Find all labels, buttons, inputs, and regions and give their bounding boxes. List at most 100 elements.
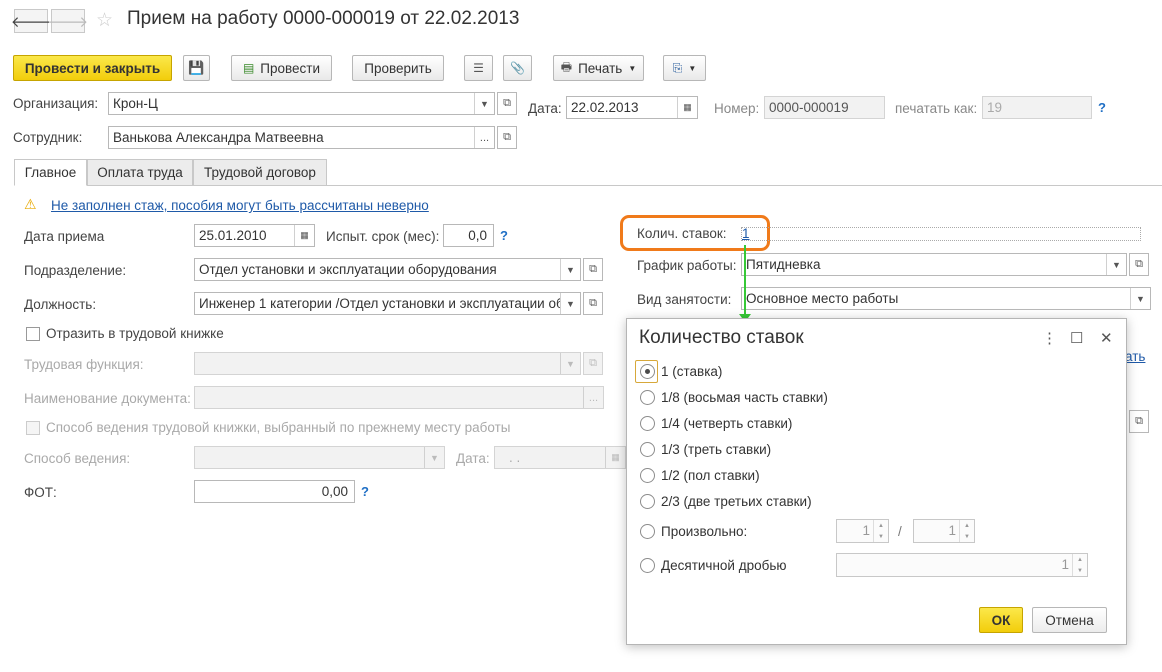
date-label: Дата: <box>528 101 562 116</box>
maximize-icon[interactable]: ☐ <box>1070 329 1083 347</box>
radio-option-1-4[interactable] <box>640 416 655 431</box>
back-button[interactable]: 🡐 <box>11 9 51 33</box>
forward-button[interactable]: 🡒 <box>48 9 88 33</box>
calendar-icon[interactable]: ▦ <box>294 225 314 246</box>
tab-contract[interactable]: Трудовой договор <box>193 159 327 186</box>
create-based-on-button[interactable]: ⎘ ▼ <box>663 55 706 81</box>
help-icon[interactable]: ? <box>361 484 369 499</box>
tab-main[interactable]: Главное <box>14 159 87 186</box>
dropdown-arrow-icon: ▼ <box>688 63 697 73</box>
page-title: Прием на работу 0000-000019 от 22.02.201… <box>127 8 520 29</box>
radio-option-1-3[interactable] <box>640 442 655 457</box>
numerator-value: 1 <box>862 523 870 538</box>
stepper-arrows-icon[interactable]: ▲ ▼ <box>873 520 888 542</box>
more-icon[interactable]: ⋮ <box>1042 329 1057 347</box>
open-position-button[interactable]: ⧉ <box>583 292 603 315</box>
employment-field[interactable]: Основное место работы ▼ <box>741 287 1151 310</box>
employee-value: Ванькова Александра Матвеевна <box>113 130 324 145</box>
schedule-field[interactable]: Пятидневка ▼ <box>741 253 1127 276</box>
connector-line <box>744 245 746 320</box>
rates-field[interactable] <box>741 227 1141 241</box>
stepper-arrows-icon[interactable]: ▲ ▼ <box>1072 554 1087 576</box>
decimal-stepper[interactable]: 1 ▲ ▼ <box>836 553 1088 577</box>
date2-field[interactable]: . . ▦ <box>494 446 626 469</box>
print-as-label: печатать как: <box>895 101 978 116</box>
rates-link[interactable]: 1 <box>742 226 750 241</box>
radio-option-1-8[interactable] <box>640 390 655 405</box>
stepper-arrows-icon[interactable]: ▲ ▼ <box>959 520 974 542</box>
print-button[interactable]: 🖶 Печать ▼ <box>553 55 644 81</box>
employee-field[interactable]: Ванькова Александра Матвеевна ... <box>108 126 495 149</box>
dept-value: Отдел установки и эксплуатации оборудова… <box>199 262 497 277</box>
check-button[interactable]: Проверить <box>352 55 444 81</box>
radio-label: 1/2 (пол ставки) <box>661 468 760 483</box>
partial-link[interactable]: ать <box>1125 349 1145 364</box>
hire-date-field[interactable]: 25.01.2010 ▦ <box>194 224 315 247</box>
employee-label: Сотрудник: <box>13 130 83 145</box>
open-partial-button[interactable]: ⧉ <box>1129 410 1149 433</box>
open-dept-button[interactable]: ⧉ <box>583 258 603 281</box>
cancel-button[interactable]: Отмена <box>1032 607 1107 633</box>
open-schedule-button[interactable]: ⧉ <box>1129 253 1149 276</box>
denominator-stepper[interactable]: 1 ▲ ▼ <box>913 519 975 543</box>
select-ellipsis-icon[interactable]: ... <box>474 127 494 148</box>
prev-method-checkbox[interactable] <box>26 421 40 435</box>
post-icon: ▤ <box>242 61 255 75</box>
dropdown-arrow-icon[interactable]: ▼ <box>560 259 580 280</box>
tab-salary[interactable]: Оплата труда <box>87 159 193 186</box>
radio-option-2-3[interactable] <box>640 494 655 509</box>
star-icon[interactable]: ☆ <box>96 9 113 32</box>
select-ellipsis-icon[interactable]: ... <box>583 387 603 408</box>
employment-label: Вид занятости: <box>637 292 732 307</box>
labor-func-field[interactable]: ▼ <box>194 352 581 375</box>
calendar-icon[interactable]: ▦ <box>677 97 697 118</box>
calendar-icon[interactable]: ▦ <box>605 447 625 468</box>
dropdown-arrow-icon[interactable]: ▼ <box>424 447 444 468</box>
doc-name-label: Наименование документа: <box>24 391 191 406</box>
open-icon: ⧉ <box>1135 415 1143 427</box>
create-based-icon: ⎘ <box>672 60 683 75</box>
dropdown-arrow-icon[interactable]: ▼ <box>560 293 580 314</box>
open-labor-func-button[interactable]: ⧉ <box>583 352 603 375</box>
post-button[interactable]: ▤ Провести <box>231 55 332 81</box>
printer-icon: 🖶 <box>560 59 573 74</box>
ok-button[interactable]: ОК <box>979 607 1023 633</box>
open-employee-button[interactable]: ⧉ <box>497 126 517 149</box>
dropdown-arrow-icon[interactable]: ▼ <box>560 353 580 374</box>
labor-func-label: Трудовая функция: <box>24 357 144 372</box>
document-list-button[interactable]: ☰ <box>464 55 493 81</box>
save-button[interactable]: 💾 <box>183 55 210 81</box>
dropdown-arrow-icon[interactable]: ▼ <box>474 93 494 114</box>
workbook-checkbox[interactable] <box>26 327 40 341</box>
radio-option-decimal[interactable] <box>640 558 655 573</box>
list-icon: ☰ <box>473 61 484 75</box>
numerator-stepper[interactable]: 1 ▲ ▼ <box>836 519 889 543</box>
close-icon[interactable]: ✕ <box>1100 329 1113 347</box>
radio-option-1-2[interactable] <box>640 468 655 483</box>
date-value: 22.02.2013 <box>571 100 639 115</box>
fot-field[interactable]: 0,00 <box>194 480 355 503</box>
help-icon[interactable]: ? <box>1098 100 1106 115</box>
dept-label: Подразделение: <box>24 263 127 278</box>
dept-field[interactable]: Отдел установки и эксплуатации оборудова… <box>194 258 581 281</box>
post-and-close-button[interactable]: Провести и закрыть <box>13 55 172 81</box>
method-field[interactable]: ▼ <box>194 446 445 469</box>
doc-name-field[interactable]: ... <box>194 386 604 409</box>
print-as-field[interactable]: 19 <box>982 96 1092 119</box>
radio-option-1[interactable] <box>640 364 655 379</box>
fraction-slash: / <box>898 524 902 539</box>
warning-link[interactable]: Не заполнен стаж, пособия могут быть рас… <box>51 198 429 213</box>
position-field[interactable]: Инженер 1 категории /Отдел установки и э… <box>194 292 581 315</box>
dropdown-arrow-icon[interactable]: ▼ <box>1106 254 1126 275</box>
dropdown-arrow-icon[interactable]: ▼ <box>1130 288 1150 309</box>
warning-icon: ⚠ <box>24 196 37 212</box>
probation-field[interactable]: 0,0 <box>443 224 494 247</box>
org-field[interactable]: Крон-Ц ▼ <box>108 92 495 115</box>
date-field[interactable]: 22.02.2013 ▦ <box>566 96 698 119</box>
employment-value: Основное место работы <box>746 291 899 306</box>
attach-button[interactable]: 📎 <box>503 55 532 81</box>
open-org-button[interactable]: ⧉ <box>497 92 517 115</box>
radio-option-arbitrary[interactable] <box>640 524 655 539</box>
help-icon[interactable]: ? <box>500 228 508 243</box>
number-field[interactable]: 0000-000019 <box>764 96 885 119</box>
